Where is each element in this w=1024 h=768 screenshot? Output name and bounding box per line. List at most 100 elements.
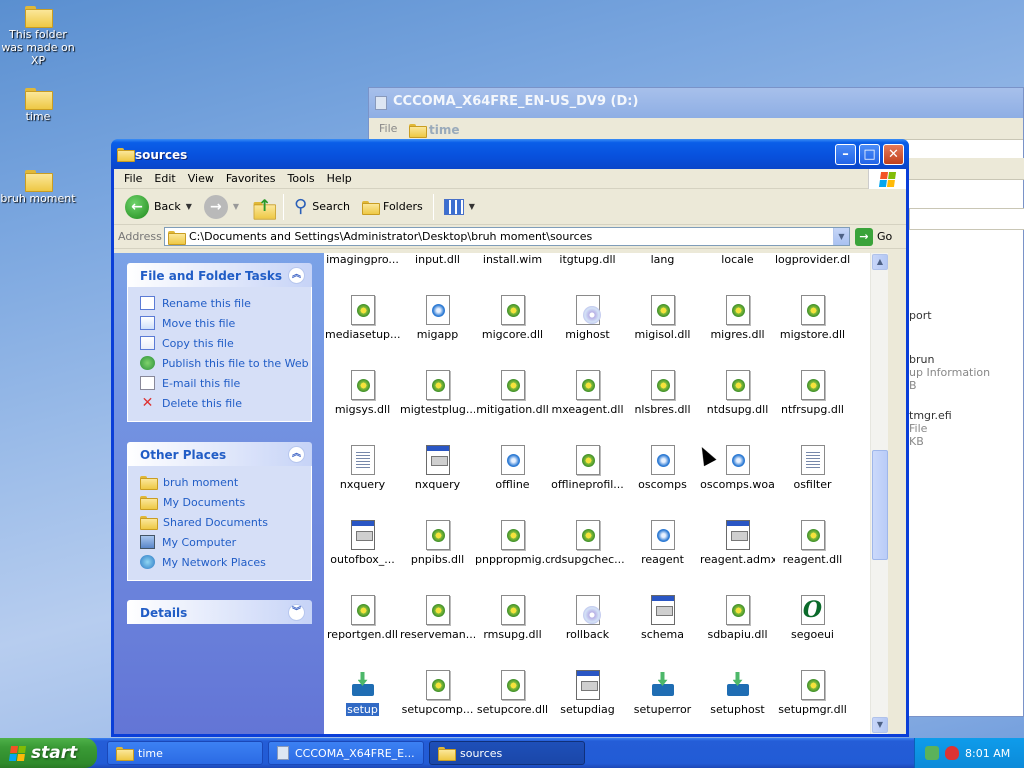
scroll-thumb[interactable] [872, 450, 888, 560]
task-copy[interactable]: Copy this file [140, 333, 311, 353]
start-button[interactable]: start [0, 738, 97, 768]
back-button[interactable]: ← Back ▼ [120, 192, 197, 222]
panel-header[interactable]: Other Places ︽ [127, 442, 312, 466]
dropdown-arrow-icon[interactable]: ▼ [233, 202, 239, 211]
panel-header[interactable]: Details ︾ [127, 600, 312, 624]
file-item[interactable]: ntfrsupg.dll [775, 370, 850, 416]
scroll-up-button[interactable]: ▲ [872, 254, 888, 270]
menu-help[interactable]: Help [321, 172, 358, 185]
file-item[interactable]: input.dll [400, 253, 475, 266]
menu-view[interactable]: View [182, 172, 220, 185]
forward-button[interactable]: → ▼ [199, 192, 244, 222]
place-my-documents[interactable]: My Documents [140, 492, 311, 512]
address-input[interactable]: C:\Documents and Settings\Administrator\… [164, 227, 850, 246]
file-item[interactable]: mediasetup... [325, 295, 400, 341]
panel-header[interactable]: File and Folder Tasks ︽ [127, 263, 312, 287]
menu-edit[interactable]: Edit [148, 172, 181, 185]
file-item[interactable]: migcore.dll [475, 295, 550, 341]
file-item[interactable]: reportgen.dll [325, 595, 400, 641]
file-item[interactable]: logprovider.dll [775, 253, 850, 266]
file-item[interactable]: nlsbres.dll [625, 370, 700, 416]
file-item[interactable]: rmsupg.dll [475, 595, 550, 641]
file-item[interactable]: lang [625, 253, 700, 266]
file-item[interactable]: migapp [400, 295, 475, 341]
close-button[interactable]: ✕ [883, 144, 904, 165]
place-my-network[interactable]: My Network Places [140, 552, 311, 572]
file-item[interactable]: install.wim [475, 253, 550, 266]
file-item[interactable]: rollback [550, 595, 625, 641]
file-item[interactable]: oscomps [625, 445, 700, 491]
expand-chevron-icon[interactable]: ︾ [288, 604, 305, 621]
file-item[interactable]: reagent.admx [700, 520, 775, 566]
folders-button[interactable]: Folders [357, 192, 428, 222]
taskbar-item-sources[interactable]: sources [429, 741, 585, 765]
bg-window-titlebar[interactable]: CCCOMA_X64FRE_EN-US_DV9 (D:) [369, 88, 1023, 118]
file-item[interactable]: ntdsupg.dll [700, 370, 775, 416]
file-item[interactable]: setuphost [700, 670, 775, 716]
dropdown-arrow-icon[interactable]: ▼ [469, 202, 475, 211]
vertical-scrollbar[interactable]: ▲ ▼ [870, 253, 888, 734]
file-item[interactable]: setupmgr.dll [775, 670, 850, 716]
file-view[interactable]: imagingpro... input.dll install.wim itgtupg… [324, 253, 888, 734]
minimize-button[interactable]: – [835, 144, 856, 165]
collapse-chevron-icon[interactable]: ︽ [288, 446, 305, 463]
file-item[interactable]: nxquery [325, 445, 400, 491]
file-item[interactable]: mighost [550, 295, 625, 341]
file-item[interactable]: outofbox_... [325, 520, 400, 566]
file-item[interactable]: setupdiag [550, 670, 625, 716]
bg-folder-time[interactable]: time [409, 123, 460, 138]
file-item[interactable]: sdbapiu.dll [700, 595, 775, 641]
menu-tools[interactable]: Tools [282, 172, 321, 185]
taskbar-item-cccoma[interactable]: CCCOMA_X64FRE_E... [268, 741, 424, 765]
desktop-icon-time[interactable]: time [0, 88, 79, 123]
file-item[interactable]: migisol.dll [625, 295, 700, 341]
taskbar-item-time[interactable]: time [107, 741, 263, 765]
file-item[interactable]: offlineprofil... [550, 445, 625, 491]
file-item[interactable]: pnppropmig.dll [475, 520, 550, 566]
up-folder-button[interactable]: ↑ [246, 192, 278, 222]
file-item[interactable]: osfilter [775, 445, 850, 491]
maximize-button[interactable]: □ [859, 144, 880, 165]
scroll-down-button[interactable]: ▼ [872, 717, 888, 733]
place-shared-documents[interactable]: Shared Documents [140, 512, 311, 532]
security-shield-icon[interactable] [945, 746, 959, 760]
network-tray-icon[interactable] [925, 746, 939, 760]
file-item[interactable]: reagent [625, 520, 700, 566]
file-item[interactable]: migres.dll [700, 295, 775, 341]
file-item[interactable]: reserveman... [400, 595, 475, 641]
desktop-icon-bruh-moment[interactable]: bruh moment [0, 170, 79, 205]
desktop-icon-xp-folder[interactable]: This folder was made on XP [0, 6, 79, 67]
file-item[interactable]: imagingpro... [325, 253, 400, 266]
file-item[interactable]: reagent.dll [775, 520, 850, 566]
file-item[interactable]: schema [625, 595, 700, 641]
file-item[interactable]: itgtupg.dll [550, 253, 625, 266]
file-item[interactable]: mxeagent.dll [550, 370, 625, 416]
file-item[interactable]: migstore.dll [775, 295, 850, 341]
place-bruh-moment[interactable]: bruh moment [140, 472, 311, 492]
task-delete[interactable]: ✕ Delete this file [140, 393, 311, 413]
clock[interactable]: 8:01 AM [965, 747, 1010, 760]
task-rename[interactable]: Rename this file [140, 293, 311, 313]
views-button[interactable]: ▼ [439, 192, 480, 222]
window-titlebar[interactable]: sources – □ ✕ [111, 139, 909, 169]
file-item[interactable]: offline [475, 445, 550, 491]
file-item[interactable]: setup [325, 670, 400, 719]
place-my-computer[interactable]: My Computer [140, 532, 311, 552]
file-item[interactable]: migtestplug... [400, 370, 475, 416]
address-dropdown-button[interactable]: ▼ [833, 228, 849, 245]
file-item[interactable]: migsys.dll [325, 370, 400, 416]
file-item[interactable]: mitigation.dll [475, 370, 550, 416]
file-item[interactable]: setuperror [625, 670, 700, 716]
file-item[interactable]: nxquery [400, 445, 475, 491]
file-item[interactable]: Osegoeui [775, 595, 850, 641]
file-item[interactable]: setupcomp... [400, 670, 475, 716]
dropdown-arrow-icon[interactable]: ▼ [186, 202, 192, 211]
task-email[interactable]: E-mail this file [140, 373, 311, 393]
task-move[interactable]: Move this file [140, 313, 311, 333]
menu-favorites[interactable]: Favorites [220, 172, 282, 185]
file-item[interactable]: locale [700, 253, 775, 266]
search-button[interactable]: ⚲ Search [289, 192, 355, 222]
sources-explorer-window[interactable]: sources – □ ✕ File Edit View Favorites T… [111, 139, 909, 737]
file-item[interactable]: rdsupgchec... [550, 520, 625, 566]
bg-menu-file[interactable]: File [375, 121, 401, 136]
